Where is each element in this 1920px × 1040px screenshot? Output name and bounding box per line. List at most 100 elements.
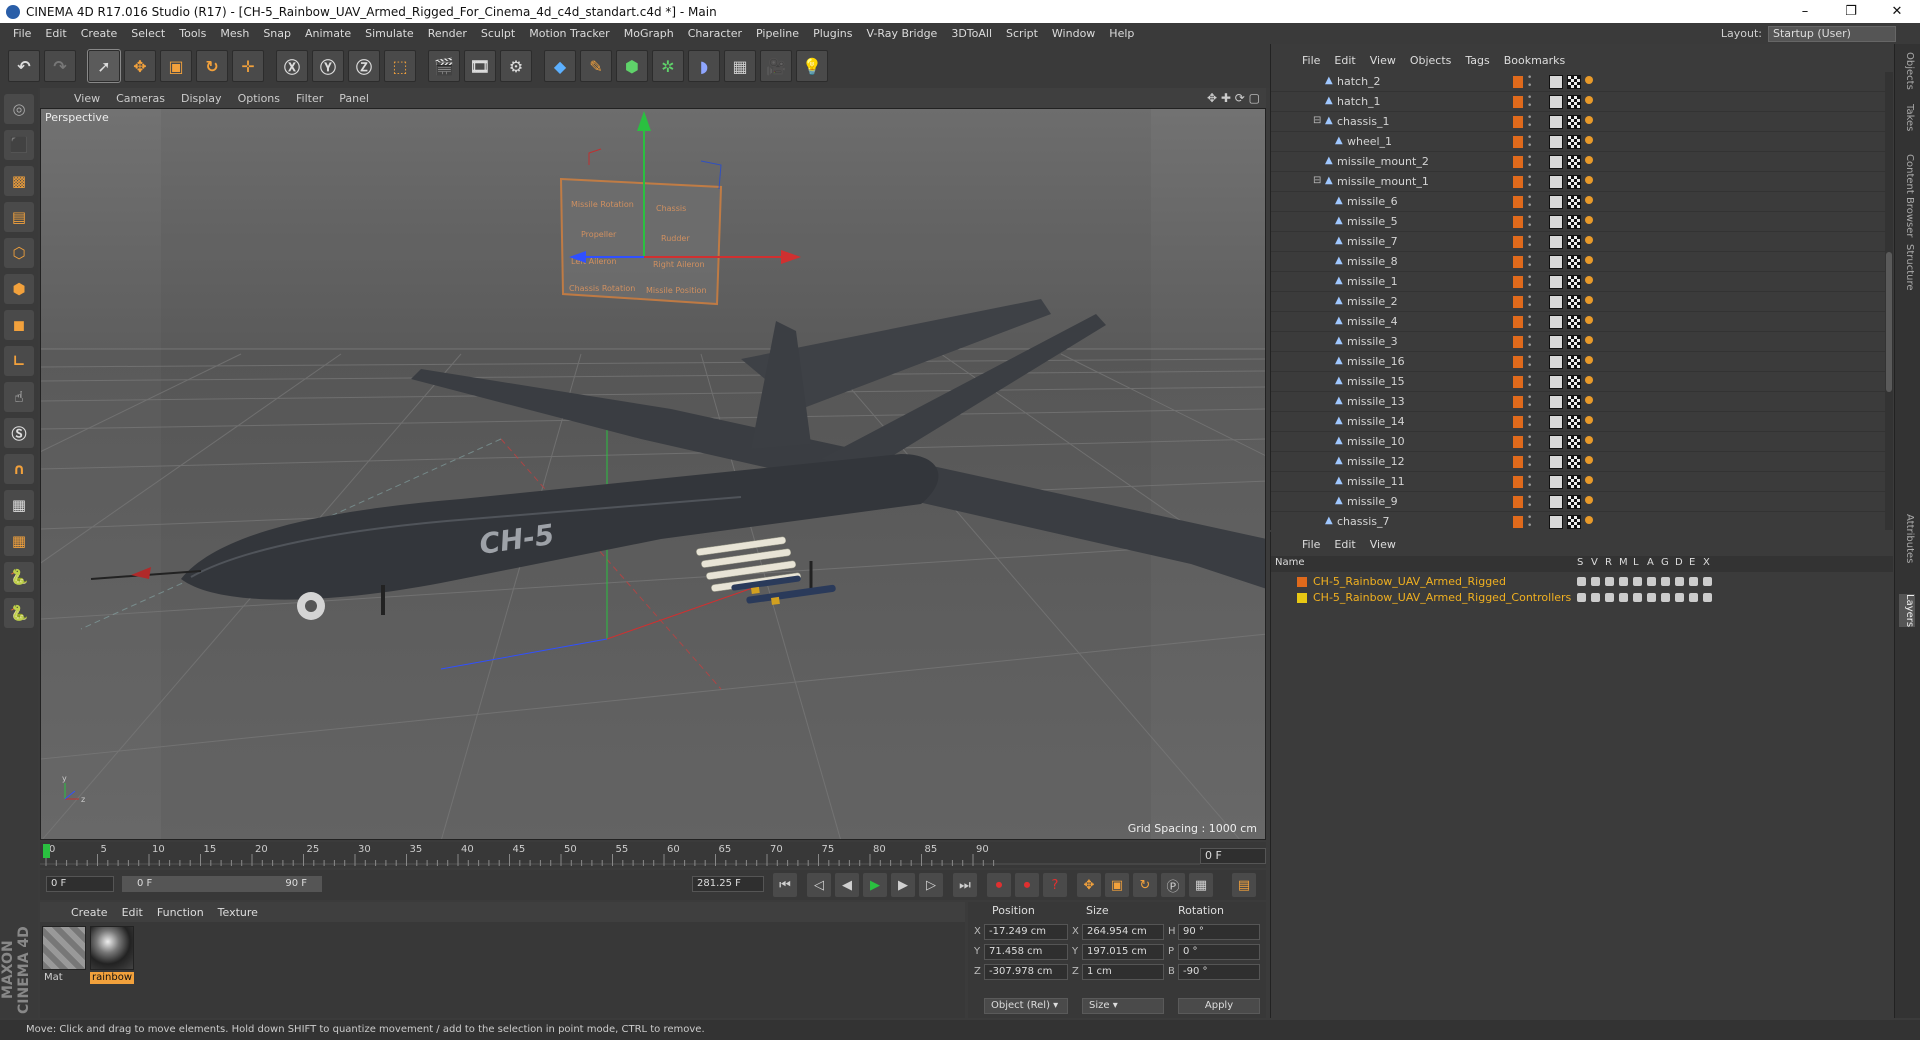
visibility-dots-icon[interactable]: • • [1527,174,1532,191]
object-row[interactable]: ▲ missile_11 • • [1271,472,1885,492]
object-row[interactable]: ▲ chassis_7 • • [1271,512,1885,530]
layer-color-swatch[interactable] [1513,436,1523,448]
layer-flag-icon[interactable] [1661,577,1670,586]
constraint-tag-icon[interactable] [1549,395,1563,409]
constraint-tag-icon[interactable] [1549,315,1563,329]
layer-color-swatch[interactable] [1513,316,1523,328]
menu-item-pipeline[interactable]: Pipeline [756,27,799,40]
object-row[interactable]: ▲ missile_10 • • [1271,432,1885,452]
texture-tag-icon[interactable] [1567,175,1581,189]
workplane-icon[interactable]: ▦ [4,526,34,556]
layer-flag-icon[interactable] [1689,593,1698,602]
xpresso-tag-icon[interactable] [1585,296,1593,304]
key-pla-icon[interactable]: ▦ [1189,873,1213,897]
object-row[interactable]: ▲ missile_2 • • [1271,292,1885,312]
object-menu-objects[interactable]: Objects [1410,54,1452,67]
xpresso-tag-icon[interactable] [1585,176,1593,184]
object-name[interactable]: missile_10 [1347,435,1405,448]
layer-color-swatch[interactable] [1513,396,1523,408]
texture-tag-icon[interactable] [1567,235,1581,249]
viewport-menu-panel[interactable]: Panel [339,92,369,105]
viewport-menu-display[interactable]: Display [181,92,222,105]
visibility-dots-icon[interactable]: • • [1527,294,1532,311]
texture-mode-icon[interactable]: ▩ [4,166,34,196]
autokey-icon[interactable]: ⏺ [1015,873,1039,897]
size-field[interactable]: 264.954 cm [1082,924,1164,940]
layer-flag-icon[interactable] [1605,593,1614,602]
timeline-window-icon[interactable]: ▤ [1232,873,1256,897]
visibility-dots-icon[interactable]: • • [1527,134,1532,151]
expand-toggle-icon[interactable]: ⊟ [1313,115,1321,126]
selection-tool-icon[interactable]: ➚ [87,49,121,83]
xpresso-tag-icon[interactable] [1585,336,1593,344]
xpresso-tag-icon[interactable] [1585,256,1593,264]
polygon-mode-icon[interactable]: ◼ [4,310,34,340]
object-name[interactable]: missile_11 [1347,475,1405,488]
object-name[interactable]: wheel_1 [1347,135,1392,148]
layer-flag-icon[interactable] [1703,593,1712,602]
layer-flag-icon[interactable] [1675,577,1684,586]
visibility-dots-icon[interactable]: • • [1527,114,1532,131]
menu-item-3dtoall[interactable]: 3DToAll [951,27,992,40]
object-row[interactable]: ▲ missile_4 • • [1271,312,1885,332]
layer-color-swatch[interactable] [1513,196,1523,208]
rotation-field[interactable]: -90 ° [1178,964,1260,980]
layer-flag-icon[interactable] [1703,577,1712,586]
scale-tool-icon[interactable]: ▣ [160,50,192,82]
layer-color-swatch[interactable] [1297,577,1307,587]
layer-flag-icon[interactable] [1647,593,1656,602]
transform-tool-icon[interactable]: ✛ [232,50,264,82]
previous-key-icon[interactable]: ◁ [807,873,831,897]
constraint-tag-icon[interactable] [1549,255,1563,269]
side-tab-structure[interactable]: Structure [1899,244,1915,291]
magnet-icon[interactable]: ∩ [4,454,34,484]
menu-item-simulate[interactable]: Simulate [365,27,414,40]
layer-name[interactable]: CH-5_Rainbow_UAV_Armed_Rigged [1313,575,1506,588]
xpresso-tag-icon[interactable] [1585,516,1593,524]
object-row[interactable]: ▲ hatch_2 • • [1271,72,1885,92]
viewport-navigation-icons[interactable]: ✥ ✚ ⟳ ▢ [1207,91,1260,105]
spline-pen-icon[interactable]: ✎ [580,50,612,82]
menu-item-help[interactable]: Help [1109,27,1134,40]
layer-menu-view[interactable]: View [1370,538,1396,551]
object-name[interactable]: missile_4 [1347,315,1398,328]
visibility-dots-icon[interactable]: • • [1527,74,1532,91]
object-name[interactable]: hatch_1 [1337,95,1381,108]
constraint-tag-icon[interactable] [1549,95,1563,109]
layer-color-swatch[interactable] [1513,476,1523,488]
texture-tag-icon[interactable] [1567,295,1581,309]
rotate-tool-icon[interactable]: ↻ [196,50,228,82]
object-name[interactable]: missile_5 [1347,215,1398,228]
xpresso-tag-icon[interactable] [1585,116,1593,124]
xpresso-tag-icon[interactable] [1585,156,1593,164]
visibility-dots-icon[interactable]: • • [1527,214,1532,231]
axis-mode-icon[interactable]: ∟ [4,346,34,376]
python-console-icon[interactable]: 🐍 [4,598,34,628]
layer-flag-icon[interactable] [1619,593,1628,602]
side-tab-layers[interactable]: Layers [1899,594,1915,628]
layer-column-name[interactable]: Name [1275,557,1305,568]
layer-column-s[interactable]: S [1577,557,1583,568]
start-frame-field[interactable]: 0 F [46,876,114,892]
material-menu-texture[interactable]: Texture [218,906,258,919]
object-name[interactable]: missile_2 [1347,295,1398,308]
layer-column-r[interactable]: R [1605,557,1612,568]
fps-field[interactable]: 281.25 F [692,876,764,892]
object-name[interactable]: chassis_1 [1337,115,1390,128]
side-tab-attributes[interactable]: Attributes [1899,514,1915,563]
object-row[interactable]: ▲ wheel_1 • • [1271,132,1885,152]
xpresso-tag-icon[interactable] [1585,96,1593,104]
material-name[interactable]: Mat [42,972,86,984]
layer-color-swatch[interactable] [1513,496,1523,508]
menu-item-snap[interactable]: Snap [263,27,291,40]
texture-tag-icon[interactable] [1567,515,1581,529]
menu-item-window[interactable]: Window [1052,27,1095,40]
menu-item-tools[interactable]: Tools [179,27,206,40]
layer-flag-icon[interactable] [1661,593,1670,602]
object-row[interactable]: ▲ missile_6 • • [1271,192,1885,212]
visibility-dots-icon[interactable]: • • [1527,94,1532,111]
constraint-tag-icon[interactable] [1549,115,1563,129]
visibility-dots-icon[interactable]: • • [1527,454,1532,471]
object-tree-scrollbar[interactable] [1885,72,1893,530]
visibility-dots-icon[interactable]: • • [1527,354,1532,371]
